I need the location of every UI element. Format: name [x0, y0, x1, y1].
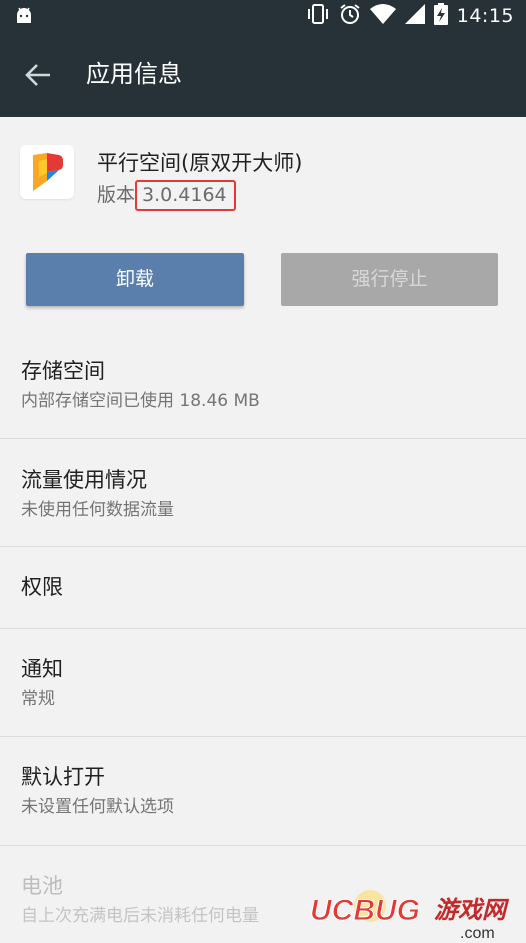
status-icons: 14:15: [306, 3, 514, 29]
toolbar: 应用信息: [0, 33, 526, 117]
page-title: 应用信息: [86, 60, 182, 88]
list-item-open-by-default[interactable]: 默认打开 未设置任何默认选项: [0, 737, 526, 846]
list-item-permissions[interactable]: 权限: [0, 547, 526, 629]
android-icon: [14, 6, 34, 30]
version-number: 3.0.4164: [135, 180, 236, 211]
list-item-data-usage[interactable]: 流量使用情况 未使用任何数据流量: [0, 439, 526, 547]
battery-subtitle: 自上次充满电后未消耗任何电量: [21, 906, 259, 926]
alarm-icon: [339, 3, 361, 29]
permissions-title: 权限: [21, 575, 63, 599]
data-usage-title: 流量使用情况: [21, 468, 147, 492]
list-item-notifications[interactable]: 通知 常规: [0, 629, 526, 737]
open-by-default-title: 默认打开: [21, 765, 105, 789]
watermark-domain: .com: [460, 925, 495, 942]
watermark-text: 游戏网: [434, 896, 510, 924]
open-by-default-subtitle: 未设置任何默认选项: [21, 797, 174, 817]
app-header: 平行空间(原双开大师) 版本 3.0.4164: [0, 117, 526, 235]
data-usage-subtitle: 未使用任何数据流量: [21, 500, 174, 520]
status-time: 14:15: [456, 5, 514, 27]
watermark-brand: UCBUG: [310, 894, 420, 927]
vibrate-icon: [306, 4, 330, 28]
watermark-logo: UCBUG 游戏网 .com: [310, 886, 526, 943]
app-name: 平行空间(原双开大师): [97, 151, 303, 175]
force-stop-button[interactable]: 强行停止: [281, 253, 498, 306]
notifications-subtitle: 常规: [21, 689, 55, 709]
back-button[interactable]: [18, 55, 58, 95]
settings-list: 存储空间 内部存储空间已使用 18.46 MB 流量使用情况 未使用任何数据流量…: [0, 330, 526, 943]
app-info-screen: 14:15 应用信息 平行空间(原双开大师) 版本 3.0.4164 卸载 强行…: [0, 0, 526, 943]
wifi-icon: [369, 4, 396, 28]
uninstall-button[interactable]: 卸载: [26, 253, 244, 306]
battery-title: 电池: [21, 874, 63, 898]
app-version: 版本 3.0.4164: [97, 180, 236, 211]
status-bar: 14:15: [0, 0, 526, 33]
version-label: 版本: [97, 184, 136, 206]
list-item-storage[interactable]: 存储空间 内部存储空间已使用 18.46 MB: [0, 330, 526, 439]
arrow-back-icon: [25, 64, 50, 86]
signal-icon: [404, 4, 425, 28]
storage-subtitle: 内部存储空间已使用 18.46 MB: [21, 391, 260, 411]
battery-charging-icon: [433, 3, 448, 29]
parallel-space-icon: [20, 145, 74, 199]
storage-title: 存储空间: [21, 359, 105, 383]
notifications-title: 通知: [21, 657, 63, 681]
